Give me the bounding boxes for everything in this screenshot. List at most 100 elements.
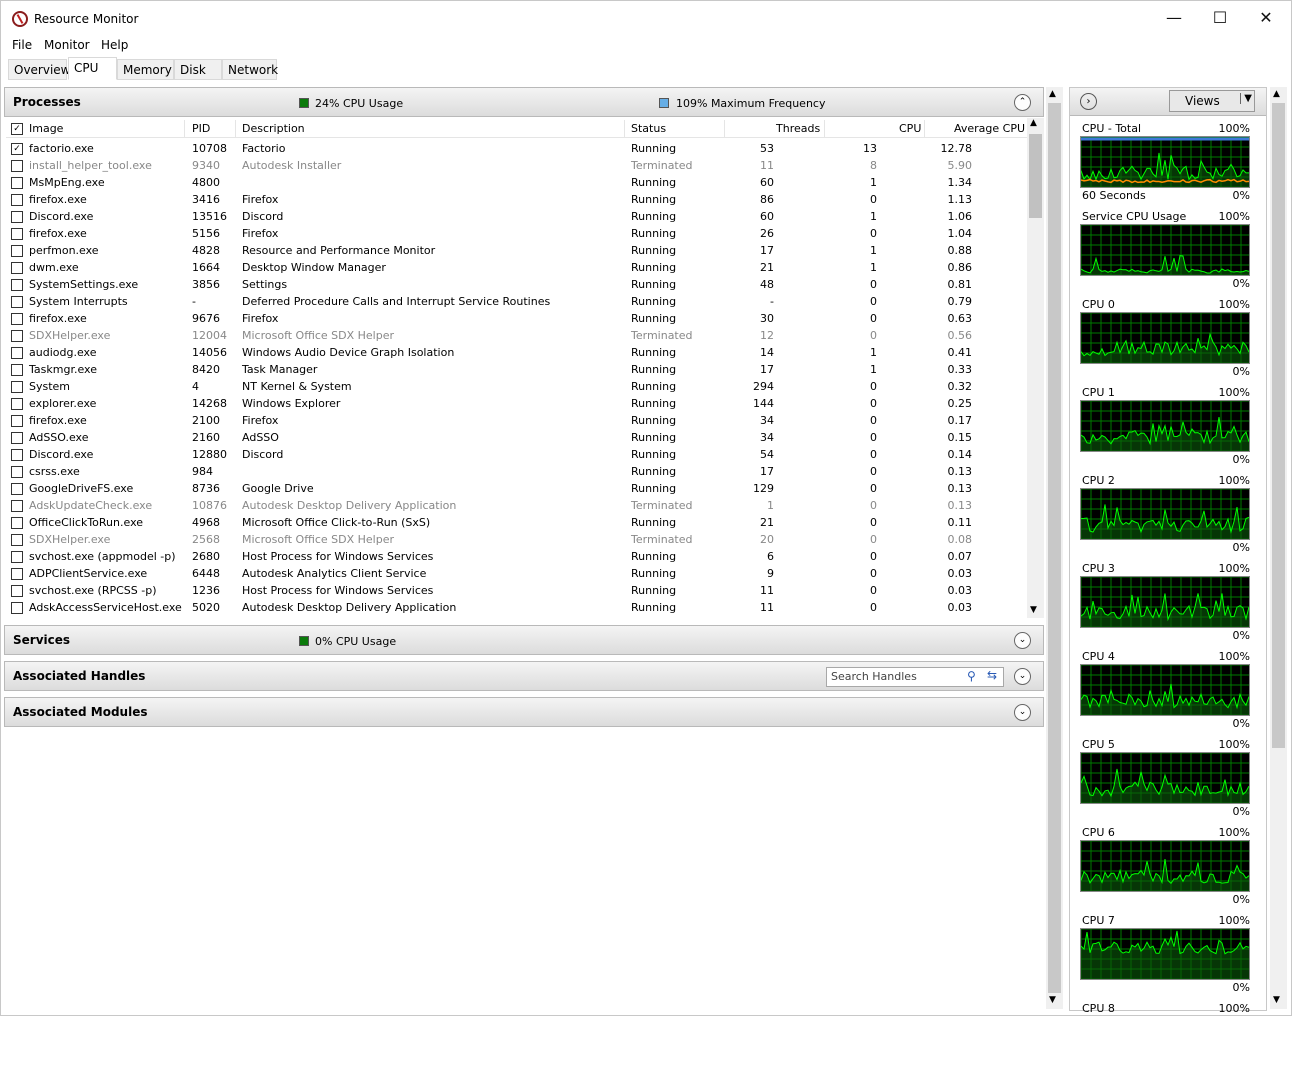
scroll-thumb[interactable] (1048, 103, 1061, 993)
table-row[interactable]: Discord.exe 13516 Discord Running 60 1 1.06 (6, 209, 1026, 226)
row-checkbox[interactable] (11, 568, 23, 580)
tab-disk[interactable]: Disk (174, 59, 222, 80)
table-row[interactable]: dwm.exe 1664 Desktop Window Manager Running… (6, 260, 1026, 277)
processes-scrollbar[interactable]: ▲ ▼ (1027, 118, 1044, 618)
scroll-thumb[interactable] (1029, 134, 1042, 218)
table-row[interactable]: ADPClientService.exe 6448 Autodesk Analyti… (6, 566, 1026, 583)
row-checkbox[interactable] (11, 330, 23, 342)
row-checkbox[interactable] (11, 534, 23, 546)
table-row[interactable]: audiodg.exe 14056 Windows Audio Device Gra… (6, 345, 1026, 362)
column-cpu[interactable]: CPU (899, 122, 921, 135)
row-checkbox[interactable] (11, 262, 23, 274)
maximize-button[interactable]: ☐ (1197, 1, 1243, 35)
search-handles-input[interactable]: Search Handles (826, 667, 1004, 687)
row-checkbox[interactable] (11, 415, 23, 427)
table-row[interactable]: perfmon.exe 4828 Resource and Performance … (6, 243, 1026, 260)
column-divider[interactable] (235, 120, 236, 138)
row-checkbox[interactable] (11, 160, 23, 172)
expand-services-icon[interactable]: ⌄ (1014, 632, 1031, 649)
menu-monitor[interactable]: Monitor (44, 38, 90, 52)
table-row[interactable]: Taskmgr.exe 8420 Task Manager Running 17 1 0.3… (6, 362, 1026, 379)
row-checkbox[interactable] (11, 483, 23, 495)
table-row[interactable]: OfficeClickToRun.exe 4968 Microsoft Office… (6, 515, 1026, 532)
table-row[interactable]: ✓ factorio.exe 10708 Factorio Running 53 13 12.… (6, 141, 1026, 158)
table-row[interactable]: firefox.exe 2100 Firefox Running 34 0 0.17 (6, 413, 1026, 430)
column-threads[interactable]: Threads (776, 122, 820, 135)
row-checkbox[interactable] (11, 313, 23, 325)
row-checkbox[interactable] (11, 398, 23, 410)
row-checkbox[interactable] (11, 602, 23, 614)
processes-header[interactable]: Processes 24% CPU Usage 109% Maximum Fre… (4, 87, 1044, 117)
tab-overview[interactable]: Overview (8, 59, 71, 80)
row-checkbox[interactable] (11, 347, 23, 359)
row-checkbox[interactable] (11, 279, 23, 291)
row-checkbox[interactable] (11, 228, 23, 240)
chevron-down-icon[interactable]: ▼ (1240, 93, 1252, 104)
scroll-thumb[interactable] (1272, 103, 1285, 748)
refresh-icon[interactable]: ⇆ (987, 668, 997, 682)
row-checkbox[interactable] (11, 551, 23, 563)
row-checkbox[interactable] (11, 364, 23, 376)
column-divider[interactable] (824, 120, 825, 138)
row-checkbox[interactable] (11, 449, 23, 461)
menu-help[interactable]: Help (101, 38, 128, 52)
table-row[interactable]: System 4 NT Kernel & System Running 294 0 0.32 (6, 379, 1026, 396)
table-row[interactable]: SDXHelper.exe 2568 Microsoft Office SDX He… (6, 532, 1026, 549)
table-row[interactable]: svchost.exe (RPCSS -p) 1236 Host Process f… (6, 583, 1026, 600)
table-row[interactable]: SystemSettings.exe 3856 Settings Running 48 0… (6, 277, 1026, 294)
row-checkbox[interactable] (11, 517, 23, 529)
row-checkbox[interactable] (11, 432, 23, 444)
column-divider[interactable] (624, 120, 625, 138)
views-button[interactable]: Views ▼ (1169, 90, 1255, 112)
scroll-down-icon[interactable]: ▼ (1030, 605, 1037, 615)
table-row[interactable]: firefox.exe 9676 Firefox Running 30 0 0.63 (6, 311, 1026, 328)
row-checkbox[interactable] (11, 466, 23, 478)
row-checkbox[interactable]: ✓ (11, 143, 23, 155)
row-checkbox[interactable] (11, 381, 23, 393)
column-pid[interactable]: PID (192, 122, 210, 135)
scroll-up-icon[interactable]: ▲ (1049, 89, 1056, 99)
table-row[interactable]: MsMpEng.exe 4800 Running 60 1 1.34 (6, 175, 1026, 192)
row-checkbox[interactable] (11, 585, 23, 597)
modules-header[interactable]: Associated Modules ⌄ (4, 697, 1044, 727)
expand-modules-icon[interactable]: ⌄ (1014, 704, 1031, 721)
table-row[interactable]: firefox.exe 3416 Firefox Running 86 0 1.13 (6, 192, 1026, 209)
column-description[interactable]: Description (242, 122, 305, 135)
table-row[interactable]: explorer.exe 14268 Windows Explorer Running… (6, 396, 1026, 413)
row-checkbox[interactable] (11, 194, 23, 206)
scroll-down-icon[interactable]: ▼ (1273, 995, 1280, 1005)
main-scrollbar[interactable]: ▲ ▼ (1046, 87, 1063, 1009)
table-row[interactable]: AdskAccessServiceHost.exe 5020 Autodesk De… (6, 600, 1026, 617)
select-all-checkbox[interactable]: ✓ (11, 123, 23, 135)
row-checkbox[interactable] (11, 177, 23, 189)
row-checkbox[interactable] (11, 500, 23, 512)
expand-panel-icon[interactable]: › (1080, 93, 1097, 110)
scroll-up-icon[interactable]: ▲ (1273, 89, 1280, 99)
table-row[interactable]: System Interrupts - Deferred Procedure Cal… (6, 294, 1026, 311)
table-row[interactable]: install_helper_tool.exe 9340 Autodesk Inst… (6, 158, 1026, 175)
collapse-processes-icon[interactable]: ⌃ (1014, 94, 1031, 111)
column-divider[interactable] (724, 120, 725, 138)
tab-network[interactable]: Network (222, 59, 278, 80)
close-button[interactable]: ✕ (1243, 1, 1289, 35)
tab-cpu[interactable]: CPU (68, 57, 117, 80)
minimize-button[interactable]: — (1151, 1, 1197, 35)
search-icon[interactable]: ⚲ (967, 669, 976, 683)
column-image[interactable]: Image (29, 122, 63, 135)
table-row[interactable]: firefox.exe 5156 Firefox Running 26 0 1.04 (6, 226, 1026, 243)
row-checkbox[interactable] (11, 296, 23, 308)
table-row[interactable]: SDXHelper.exe 12004 Microsoft Office SDX H… (6, 328, 1026, 345)
table-row[interactable]: Discord.exe 12880 Discord Running 54 0 0.14 (6, 447, 1026, 464)
table-row[interactable]: AdskUpdateCheck.exe 10876 Autodesk Desktop… (6, 498, 1026, 515)
scroll-up-icon[interactable]: ▲ (1030, 118, 1037, 128)
tab-memory[interactable]: Memory (117, 59, 174, 80)
column-divider[interactable] (184, 120, 185, 138)
table-row[interactable]: svchost.exe (appmodel -p) 2680 Host Proces… (6, 549, 1026, 566)
table-row[interactable]: csrss.exe 984 Running 17 0 0.13 (6, 464, 1026, 481)
scroll-down-icon[interactable]: ▼ (1049, 995, 1056, 1005)
expand-handles-icon[interactable]: ⌄ (1014, 668, 1031, 685)
row-checkbox[interactable] (11, 245, 23, 257)
row-checkbox[interactable] (11, 211, 23, 223)
services-header[interactable]: Services 0% CPU Usage ⌄ (4, 625, 1044, 655)
column-divider[interactable] (924, 120, 925, 138)
